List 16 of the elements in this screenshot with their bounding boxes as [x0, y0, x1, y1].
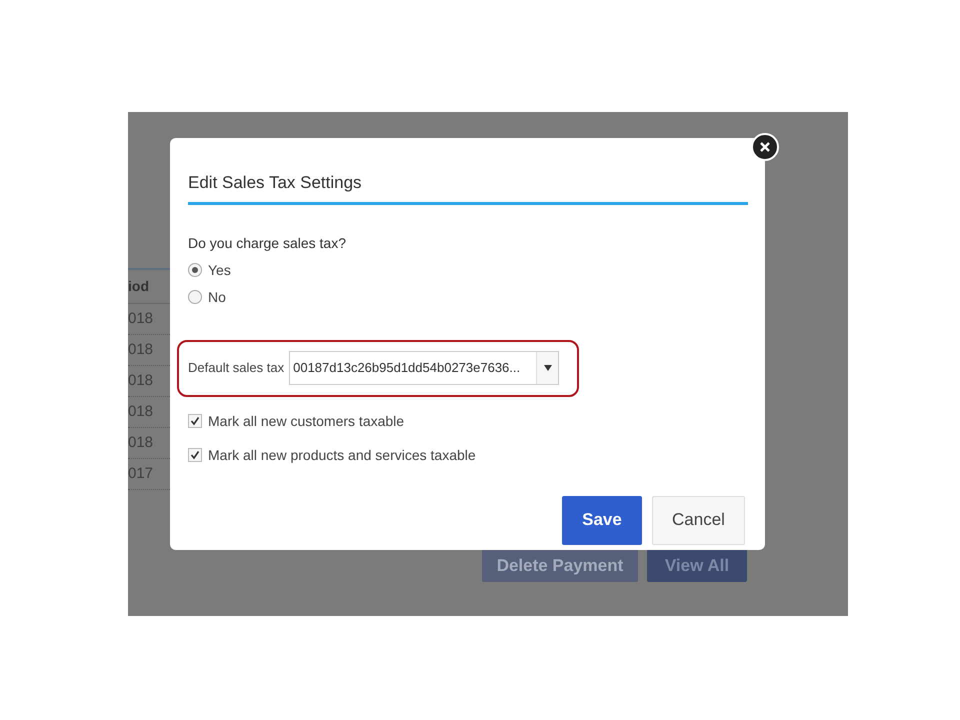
- caret-icon: [536, 352, 558, 384]
- question-label: Do you charge sales tax?: [188, 234, 347, 253]
- cancel-button[interactable]: Cancel: [652, 496, 745, 544]
- checkbox-label: Mark all new products and services taxable: [208, 446, 476, 465]
- radio-button[interactable]: [188, 290, 202, 304]
- checkbox[interactable]: [188, 448, 202, 462]
- close-icon[interactable]: [751, 133, 779, 161]
- checkbox[interactable]: [188, 414, 202, 428]
- radio-label: Yes: [208, 260, 231, 280]
- field-label: Default sales tax: [188, 359, 284, 378]
- tax-select[interactable]: 00187d13c26b95d1dd54b0273e7636...: [289, 351, 560, 385]
- radio-label: No: [208, 288, 226, 306]
- checkbox-label: Mark all new customers taxable: [208, 412, 404, 430]
- dialog-title: Edit Sales Tax Settings: [188, 172, 363, 194]
- radio-button[interactable]: [188, 263, 202, 277]
- save-button[interactable]: Save: [562, 496, 642, 544]
